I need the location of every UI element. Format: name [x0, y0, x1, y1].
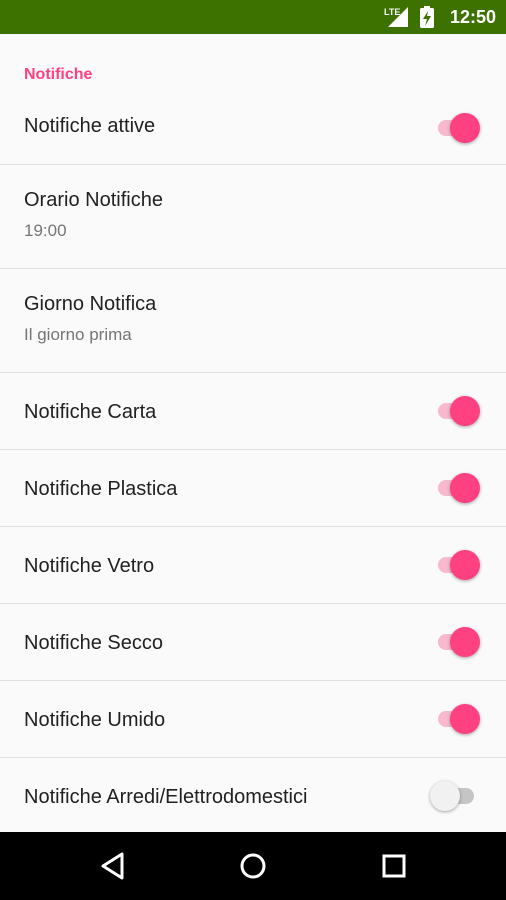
lte-signal-icon: LTE — [384, 7, 408, 27]
pref-notifiche-plastica[interactable]: Notifiche Plastica — [0, 450, 506, 527]
pref-notifiche-secco[interactable]: Notifiche Secco — [0, 604, 506, 681]
pref-notifiche-attive[interactable]: Notifiche attive — [0, 90, 506, 165]
section-header-notifiche: Notifiche — [24, 66, 93, 83]
battery-charging-icon — [419, 6, 434, 28]
switch-thumb — [450, 396, 480, 426]
pref-title: Orario Notifiche — [24, 189, 163, 211]
preferences-list[interactable]: Notifiche Notifiche attive Orario Notifi… — [0, 34, 506, 832]
navigation-bar — [0, 832, 506, 900]
pref-giorno-notifica[interactable]: Giorno Notifica Il giorno prima — [0, 269, 506, 373]
pref-title: Notifiche Plastica — [24, 478, 178, 500]
recent-apps-icon[interactable] — [378, 850, 410, 882]
switch-notifiche-attive[interactable] — [434, 110, 480, 146]
switch-thumb — [450, 113, 480, 143]
pref-summary: 19:00 — [24, 221, 67, 240]
svg-text:LTE: LTE — [384, 7, 400, 17]
pref-notifiche-umido[interactable]: Notifiche Umido — [0, 681, 506, 758]
switch-notifiche-secco[interactable] — [434, 624, 480, 660]
pref-notifiche-vetro[interactable]: Notifiche Vetro — [0, 527, 506, 604]
switch-notifiche-carta[interactable] — [434, 393, 480, 429]
switch-notifiche-umido[interactable] — [434, 701, 480, 737]
switch-thumb — [450, 704, 480, 734]
status-bar: LTE 12:50 — [0, 0, 506, 34]
pref-notifiche-arredi-elettrodomestici[interactable]: Notifiche Arredi/Elettrodomestici — [0, 758, 506, 832]
switch-thumb — [450, 473, 480, 503]
pref-title: Notifiche attive — [24, 115, 156, 137]
back-icon[interactable] — [98, 850, 130, 882]
pref-summary: Il giorno prima — [24, 325, 132, 344]
pref-title: Giorno Notifica — [24, 293, 157, 315]
switch-thumb — [450, 627, 480, 657]
pref-title: Notifiche Vetro — [24, 555, 155, 577]
pref-title: Notifiche Umido — [24, 709, 166, 731]
pref-notifiche-carta[interactable]: Notifiche Carta — [0, 373, 506, 450]
status-time: 12:50 — [449, 6, 496, 27]
pref-title: Notifiche Secco — [24, 632, 163, 654]
pref-orario-notifiche[interactable]: Orario Notifiche 19:00 — [0, 165, 506, 269]
pref-title: Notifiche Arredi/Elettrodomestici — [24, 786, 308, 808]
status-icons: LTE 12:50 — [384, 5, 496, 29]
home-icon[interactable] — [237, 850, 269, 882]
switch-notifiche-arredi-elettrodomestici[interactable] — [430, 778, 480, 814]
pref-title: Notifiche Carta — [24, 401, 157, 423]
switch-notifiche-vetro[interactable] — [434, 547, 480, 583]
switch-thumb — [450, 550, 480, 580]
switch-notifiche-plastica[interactable] — [434, 470, 480, 506]
switch-thumb — [430, 781, 460, 811]
